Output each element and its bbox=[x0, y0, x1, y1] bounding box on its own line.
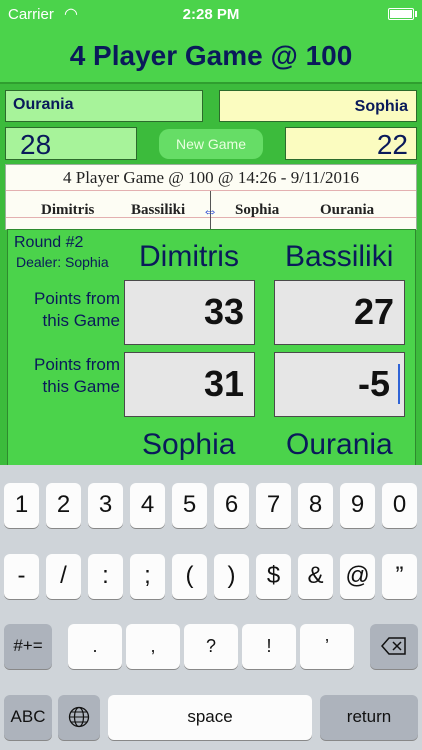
key-space[interactable]: space bbox=[108, 695, 312, 740]
dealer-label: Dealer: Sophia bbox=[16, 254, 109, 270]
battery-icon bbox=[388, 8, 414, 20]
key-return[interactable]: return bbox=[320, 695, 418, 740]
team-score-right-value: 22 bbox=[376, 129, 408, 160]
sheet-column-header: Sophia bbox=[235, 202, 280, 218]
player-name-right: Sophia bbox=[354, 98, 408, 115]
key-at[interactable]: @ bbox=[340, 554, 375, 599]
points-label: Points from this Game bbox=[34, 355, 120, 396]
page-title: 4 Player Game @ 100 bbox=[69, 40, 353, 71]
team-score-left: 28 bbox=[5, 127, 137, 160]
sheet-column-header: Bassiliki bbox=[131, 202, 186, 218]
key-8[interactable]: 8 bbox=[298, 483, 333, 528]
player-header: Dimitris bbox=[139, 240, 239, 273]
key-abc[interactable]: ABC bbox=[4, 695, 52, 740]
sheet-column-header: Ourania bbox=[320, 202, 375, 218]
sheet-column-header: Dimitris bbox=[41, 202, 95, 218]
status-bar: Carrier ◠ 2:28 PM bbox=[0, 0, 422, 28]
key-colon[interactable]: : bbox=[88, 554, 123, 599]
key-quote[interactable]: ” bbox=[382, 554, 417, 599]
key-close-paren[interactable]: ) bbox=[214, 554, 249, 599]
key-slash[interactable]: / bbox=[46, 554, 81, 599]
key-dollar[interactable]: $ bbox=[256, 554, 291, 599]
title-bar: 4 Player Game @ 100 bbox=[0, 28, 422, 84]
key-period[interactable]: . bbox=[68, 624, 122, 669]
points-input[interactable]: 31 bbox=[124, 352, 255, 417]
key-5[interactable]: 5 bbox=[172, 483, 207, 528]
team-score-right: 22 bbox=[285, 127, 417, 160]
battery-tip bbox=[415, 11, 417, 17]
key-open-paren[interactable]: ( bbox=[172, 554, 207, 599]
key-more-symbols[interactable]: #+= bbox=[4, 624, 52, 669]
new-game-button[interactable]: New Game bbox=[159, 129, 263, 159]
player-header: Bassiliki bbox=[285, 240, 394, 273]
player-header: Ourania bbox=[286, 428, 393, 461]
player-header: Sophia bbox=[142, 428, 236, 461]
key-6[interactable]: 6 bbox=[214, 483, 249, 528]
score-sheet: 4 Player Game @ 100 @ 14:26 - 9/11/2016 … bbox=[5, 164, 417, 231]
player-name-left: Ourania bbox=[13, 96, 74, 113]
points-label: Points from this Game bbox=[34, 289, 120, 330]
key-hyphen[interactable]: - bbox=[4, 554, 39, 599]
backspace-icon[interactable] bbox=[370, 624, 418, 669]
key-question[interactable]: ? bbox=[184, 624, 238, 669]
points-input[interactable]: 27 bbox=[274, 280, 405, 345]
key-0[interactable]: 0 bbox=[382, 483, 417, 528]
key-semicolon[interactable]: ; bbox=[130, 554, 165, 599]
player-name-left-field[interactable]: Ourania bbox=[5, 90, 203, 122]
key-ampersand[interactable]: & bbox=[298, 554, 333, 599]
key-4[interactable]: 4 bbox=[130, 483, 165, 528]
team-score-left-value: 28 bbox=[20, 129, 52, 160]
points-input[interactable]: 33 bbox=[124, 280, 255, 345]
round-label: Round #2 bbox=[14, 234, 84, 251]
key-comma[interactable]: , bbox=[126, 624, 180, 669]
key-exclamation[interactable]: ! bbox=[242, 624, 296, 669]
key-apostrophe[interactable]: ’ bbox=[300, 624, 354, 669]
left-right-arrow-icon[interactable]: ⇔ bbox=[202, 203, 218, 221]
sheet-title: 4 Player Game @ 100 @ 14:26 - 9/11/2016 bbox=[62, 168, 360, 187]
points-input-active[interactable]: -5 bbox=[274, 352, 405, 417]
status-time: 2:28 PM bbox=[182, 6, 240, 23]
keyboard: 1 2 3 4 5 6 7 8 9 0 - / : ; ( ) $ & @ ” … bbox=[0, 465, 422, 750]
key-7[interactable]: 7 bbox=[256, 483, 291, 528]
player-name-right-field[interactable]: Sophia bbox=[219, 90, 417, 122]
key-9[interactable]: 9 bbox=[340, 483, 375, 528]
key-2[interactable]: 2 bbox=[46, 483, 81, 528]
sheet-rule bbox=[6, 190, 416, 191]
key-3[interactable]: 3 bbox=[88, 483, 123, 528]
globe-icon[interactable] bbox=[58, 695, 100, 740]
key-1[interactable]: 1 bbox=[4, 483, 39, 528]
text-cursor bbox=[398, 364, 400, 404]
